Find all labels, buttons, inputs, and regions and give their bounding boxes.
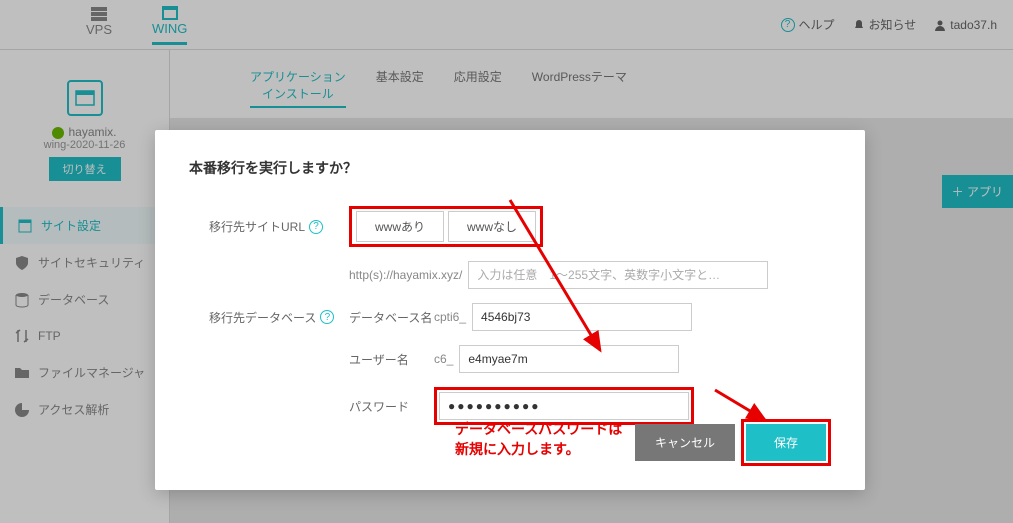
url-prefix: http(s)://hayamix.xyz/ (349, 268, 462, 282)
url-path-input[interactable] (468, 261, 768, 289)
label-dbuser: ユーザー名 (349, 351, 434, 368)
password-input[interactable] (439, 392, 689, 420)
save-button[interactable]: 保存 (746, 424, 826, 461)
dbname-prefix: cpti6_ (434, 310, 466, 324)
help-icon[interactable]: ? (320, 310, 334, 324)
save-highlight: 保存 (741, 419, 831, 466)
dbuser-prefix: c6_ (434, 352, 453, 366)
www-option-group: wwwあり wwwなし (349, 206, 543, 247)
option-www-no[interactable]: wwwなし (448, 211, 536, 242)
help-icon[interactable]: ? (309, 220, 323, 234)
migration-modal: 本番移行を実行しますか？ 移行先サイトURL? wwwあり wwwなし http… (155, 130, 865, 490)
label-site-url: 移行先サイトURL? (189, 218, 349, 235)
dbname-input[interactable] (472, 303, 692, 331)
cancel-button[interactable]: キャンセル (635, 424, 735, 461)
label-password: パスワード (349, 398, 434, 415)
annotation-note: データベースパスワードは 新規に入力します。 (455, 420, 622, 459)
option-www-yes[interactable]: wwwあり (356, 211, 444, 242)
dbuser-input[interactable] (459, 345, 679, 373)
modal-title: 本番移行を実行しますか？ (189, 158, 831, 178)
label-dbname: データベース名 (349, 309, 434, 326)
label-db: 移行先データベース? (189, 309, 349, 326)
